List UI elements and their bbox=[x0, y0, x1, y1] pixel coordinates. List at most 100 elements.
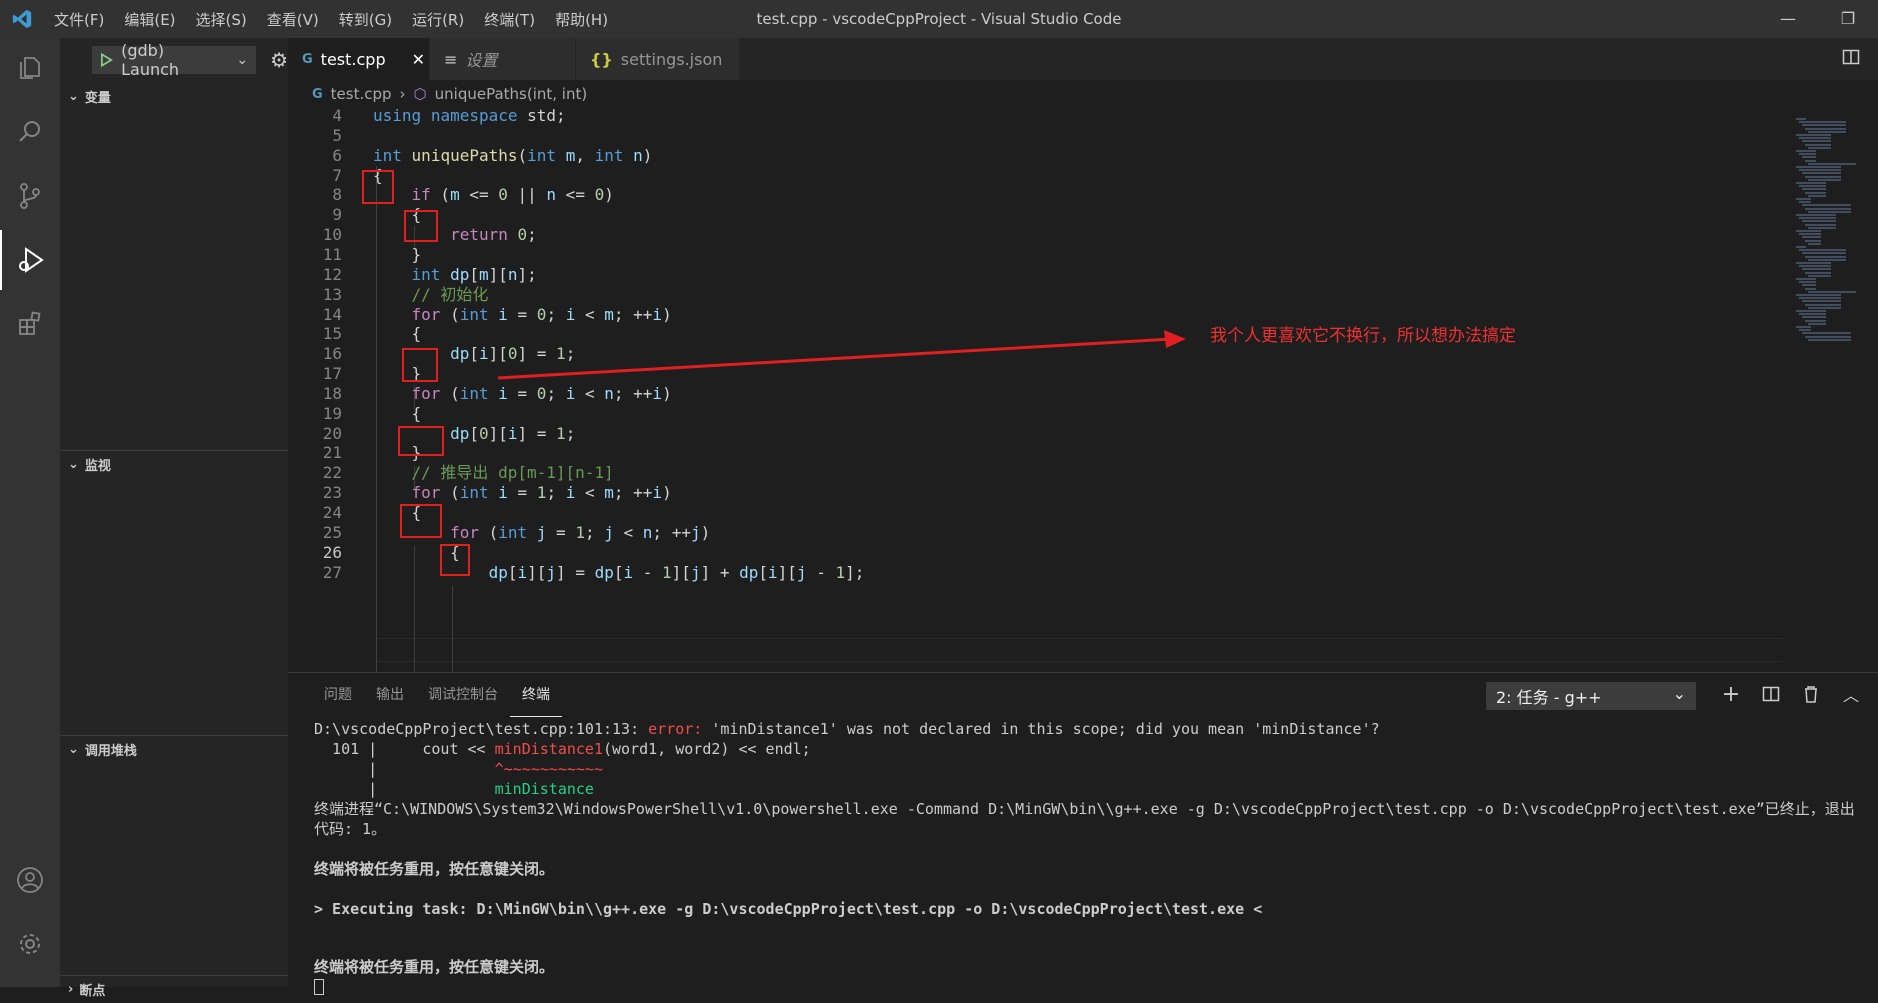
minimap-line bbox=[1805, 191, 1826, 194]
extensions-icon[interactable] bbox=[0, 294, 60, 354]
search-icon[interactable] bbox=[0, 102, 60, 162]
restore-button[interactable]: ❐ bbox=[1818, 0, 1878, 38]
close-icon[interactable]: ✕ bbox=[412, 50, 425, 69]
new-terminal-icon[interactable]: + bbox=[1718, 681, 1744, 707]
editor-tabs: G test.cpp ✕ ≡ 设置 {} settings.json bbox=[288, 38, 1878, 80]
trash-icon[interactable] bbox=[1798, 681, 1824, 707]
minimap-line bbox=[1805, 127, 1846, 130]
menu-bar: 文件(F) 编辑(E) 选择(S) 查看(V) 转到(G) 运行(R) 终端(T… bbox=[44, 9, 618, 30]
breadcrumb-symbol[interactable]: uniquePaths(int, int) bbox=[435, 85, 588, 103]
minimap-line bbox=[1796, 326, 1811, 328]
minimap-line bbox=[1808, 242, 1821, 245]
minimap-line bbox=[1799, 169, 1841, 172]
menu-run[interactable]: 运行(R) bbox=[402, 9, 474, 30]
menu-file[interactable]: 文件(F) bbox=[44, 9, 114, 30]
debug-sidebar: (gdb) Launch ⌄ ⚙ ⌄ 变量 ⌄ 监视 ⌄ 调用堆栈 › 断点 bbox=[60, 38, 288, 999]
debug-settings-gear-icon[interactable]: ⚙ bbox=[270, 48, 288, 72]
menu-terminal[interactable]: 终端(T) bbox=[474, 9, 545, 30]
terminal-line: 终端将被任务重用，按任意键关闭。 bbox=[314, 958, 555, 976]
minimap-line bbox=[1799, 281, 1816, 284]
debug-toolbar: (gdb) Launch ⌄ ⚙ bbox=[60, 38, 288, 82]
code-line[interactable]: 27 dp[i][j] = dp[i - 1][j] + dp[i][j - 1… bbox=[288, 561, 865, 585]
terminal-line: 代码: 1。 bbox=[314, 820, 387, 838]
minimap-line bbox=[1802, 204, 1851, 207]
menu-edit[interactable]: 编辑(E) bbox=[114, 9, 185, 30]
cpp-file-icon: G bbox=[312, 86, 323, 102]
minimap-line bbox=[1796, 246, 1806, 248]
launch-config-label: (gdb) Launch bbox=[121, 41, 180, 79]
section-variables[interactable]: ⌄ 变量 bbox=[60, 82, 288, 110]
code-editor[interactable]: 4 using namespace std; 5 6 int uniquePaths(i… bbox=[288, 108, 1788, 672]
minimap-line bbox=[1802, 236, 1821, 239]
chevron-down-icon: ⌄ bbox=[68, 742, 79, 757]
minimap-line bbox=[1799, 233, 1821, 236]
chevron-down-icon: ⌄ bbox=[68, 457, 79, 472]
menu-go[interactable]: 转到(G) bbox=[329, 9, 402, 30]
minimap-line bbox=[1799, 153, 1816, 156]
split-editor-icon[interactable] bbox=[1842, 48, 1860, 70]
settings-file-icon: ≡ bbox=[444, 49, 458, 69]
minimap-line bbox=[1805, 303, 1841, 306]
minimap-line bbox=[1805, 271, 1831, 274]
tab-settings[interactable]: ≡ 设置 bbox=[430, 38, 576, 80]
minimap-line bbox=[1805, 143, 1831, 146]
section-call-stack[interactable]: ⌄ 调用堆栈 bbox=[60, 735, 288, 763]
tab-test-cpp[interactable]: G test.cpp ✕ bbox=[288, 38, 430, 80]
minimap-line bbox=[1802, 172, 1841, 175]
minimap-line bbox=[1799, 313, 1826, 316]
terminal-select[interactable]: 2: 任务 - g++ ⌄ bbox=[1486, 682, 1696, 710]
start-debug-icon[interactable] bbox=[100, 53, 113, 67]
minimap-line bbox=[1808, 338, 1851, 341]
annotation-box bbox=[398, 426, 444, 456]
minimap-line bbox=[1802, 140, 1831, 143]
menu-help[interactable]: 帮助(H) bbox=[545, 9, 618, 30]
minimap-line bbox=[1808, 130, 1846, 133]
minimap-line bbox=[1808, 290, 1856, 293]
tab-terminal[interactable]: 终端 bbox=[510, 673, 562, 717]
cpp-file-icon: G bbox=[302, 51, 313, 67]
breadcrumb-file[interactable]: test.cpp bbox=[331, 85, 392, 103]
source-control-icon[interactable] bbox=[0, 166, 60, 226]
minimap-line bbox=[1808, 194, 1826, 197]
chevron-up-icon[interactable]: ︿ bbox=[1838, 681, 1864, 707]
minimap-line bbox=[1802, 316, 1826, 319]
menu-view[interactable]: 查看(V) bbox=[257, 9, 329, 30]
section-watch[interactable]: ⌄ 监视 bbox=[60, 450, 288, 478]
chevron-right-icon: › bbox=[68, 982, 74, 997]
minimap-line bbox=[1799, 121, 1846, 124]
section-breakpoints[interactable]: › 断点 bbox=[60, 975, 288, 1003]
section-label: 断点 bbox=[79, 984, 106, 999]
minimap[interactable] bbox=[1788, 108, 1878, 408]
annotation-box bbox=[362, 170, 394, 204]
launch-config-select[interactable]: (gdb) Launch ⌄ bbox=[92, 41, 257, 79]
run-debug-icon[interactable] bbox=[0, 230, 60, 290]
vscode-logo-icon bbox=[0, 0, 44, 38]
terminal-line: 终端进程“C:\WINDOWS\System32\WindowsPowerShe… bbox=[314, 800, 1855, 818]
tab-problems[interactable]: 问题 bbox=[312, 673, 364, 717]
account-icon[interactable] bbox=[0, 850, 60, 910]
minimap-line bbox=[1802, 220, 1836, 223]
cube-symbol-icon: ⬡ bbox=[413, 85, 427, 103]
tab-settings-json[interactable]: {} settings.json bbox=[576, 38, 740, 80]
minimap-line bbox=[1808, 162, 1856, 165]
tab-label: test.cpp bbox=[320, 49, 386, 69]
terminal-line: | minDistance bbox=[314, 780, 594, 798]
line-text: dp[i][j] = dp[i - 1][j] + dp[i][j - 1]; bbox=[488, 562, 865, 582]
minimap-line bbox=[1805, 159, 1816, 162]
minimap-line bbox=[1796, 294, 1841, 296]
minimap-line bbox=[1805, 287, 1816, 290]
explorer-icon[interactable] bbox=[0, 38, 60, 98]
split-terminal-icon[interactable] bbox=[1758, 681, 1784, 707]
line-text: using namespace std; bbox=[373, 108, 566, 125]
menu-selection[interactable]: 选择(S) bbox=[186, 9, 257, 30]
indent-guide bbox=[452, 586, 453, 672]
annotation-text: 我个人更喜欢它不换行，所以想办法搞定 bbox=[1210, 326, 1516, 346]
minimap-line bbox=[1808, 178, 1841, 181]
minimap-line bbox=[1799, 329, 1811, 332]
section-label: 变量 bbox=[84, 90, 111, 106]
settings-gear-icon[interactable] bbox=[0, 914, 60, 974]
minimize-button[interactable]: — bbox=[1758, 0, 1818, 38]
tab-output[interactable]: 输出 bbox=[364, 673, 416, 717]
tab-debug-console[interactable]: 调试控制台 bbox=[416, 673, 510, 717]
panel-tabs: 问题 输出 调试控制台 终端 2: 任务 - g++ ⌄ + ︿ bbox=[288, 673, 1878, 717]
